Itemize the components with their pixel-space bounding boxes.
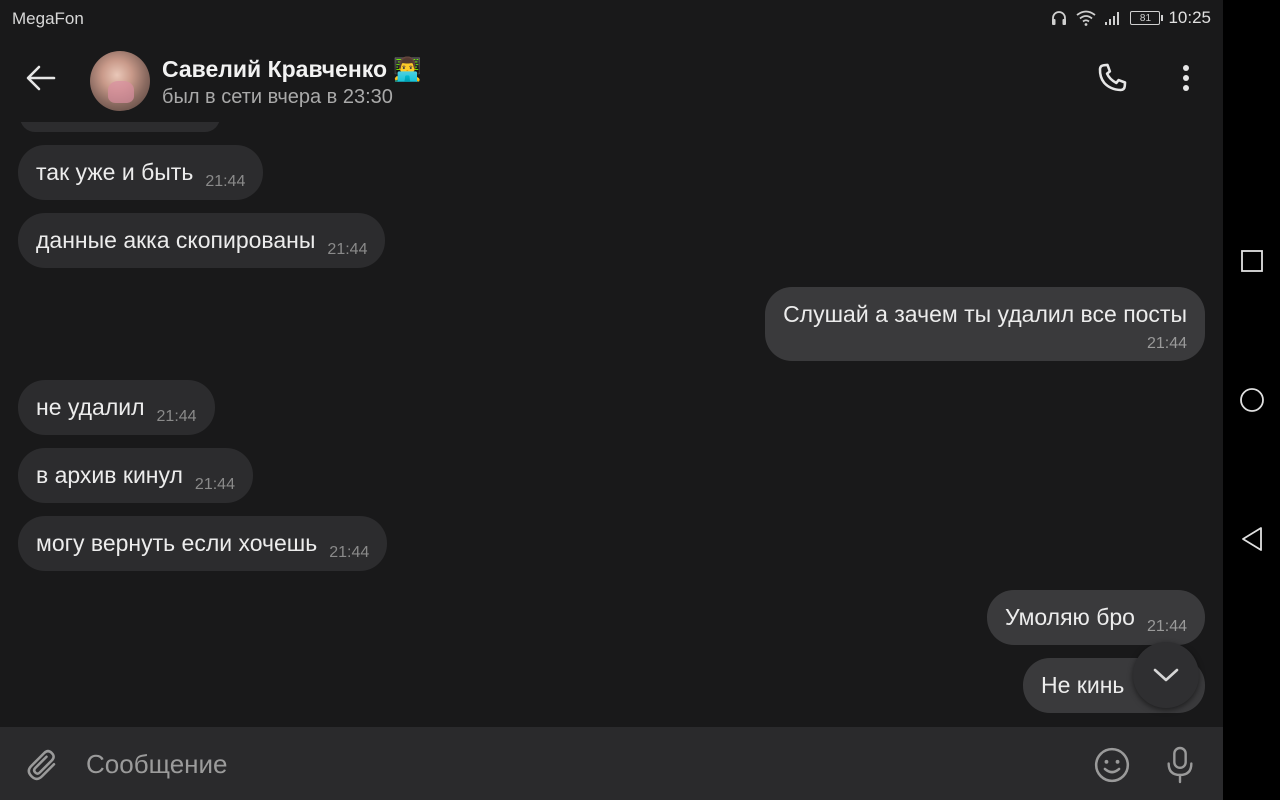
back-button[interactable] [18, 58, 64, 98]
call-button[interactable] [1090, 56, 1134, 100]
signal-icon [1104, 10, 1122, 26]
paperclip-icon [27, 749, 56, 781]
emoji-button[interactable] [1090, 743, 1134, 787]
carrier-name: MegaFon [12, 9, 84, 28]
message-time: 21:44 [329, 544, 370, 561]
message-input[interactable] [86, 745, 1066, 783]
message-time: 21:44 [194, 476, 235, 493]
status-icons: 81 10:25 [1050, 8, 1211, 28]
chevron-down-icon [1153, 668, 1179, 682]
message-time: 21:44 [205, 173, 246, 190]
smile-icon [1094, 747, 1130, 783]
home-button[interactable] [1231, 379, 1273, 421]
chat-screen: MegaFon 81 10:25 Савелий Кравченко 👨‍💻 б… [0, 0, 1223, 800]
attach-button[interactable] [20, 743, 64, 787]
scroll-to-bottom-button[interactable] [1133, 642, 1199, 708]
message-text: не удалил [36, 394, 145, 420]
message-text: в архив кинул [36, 462, 183, 488]
message-text: Умоляю бро [1005, 604, 1135, 630]
message-bubble-outgoing[interactable]: Слушай а зачем ты удалил все посты 21:44 [765, 287, 1205, 361]
message-time: 21:44 [156, 408, 197, 425]
microphone-icon [1167, 746, 1193, 784]
message-text: Не кинь [1041, 672, 1125, 698]
more-vertical-icon [1183, 65, 1189, 91]
message-list[interactable]: так уже и быть 21:44 данные акка скопиров… [0, 122, 1223, 727]
message-text: Слушай а зачем ты удалил все посты [783, 301, 1187, 327]
voice-message-button[interactable] [1158, 741, 1202, 789]
wifi-icon [1076, 10, 1097, 26]
message-time: 21:44 [1146, 335, 1187, 352]
message-text: могу вернуть если хочешь [36, 530, 318, 556]
status-time: 10:25 [1168, 8, 1211, 27]
contact-last-seen: был в сети вчера в 23:30 [162, 86, 393, 108]
message-bubble-outgoing[interactable]: Умоляю бро 21:44 [987, 590, 1205, 645]
message-bubble-incoming[interactable]: в архив кинул 21:44 [18, 448, 253, 503]
contact-name[interactable]: Савелий Кравченко 👨‍💻 [162, 56, 422, 83]
system-back-button[interactable] [1231, 518, 1273, 560]
message-bubble-incoming[interactable]: могу вернуть если хочешь 21:44 [18, 516, 388, 571]
status-bar: MegaFon 81 10:25 [0, 0, 1223, 36]
message-composer [0, 727, 1223, 800]
square-icon [1241, 250, 1263, 272]
system-navigation-bar [1223, 0, 1280, 800]
recent-apps-button[interactable] [1231, 240, 1273, 282]
more-options-button[interactable] [1164, 56, 1208, 100]
avatar[interactable] [90, 51, 150, 111]
message-bubble-incoming[interactable]: не удалил 21:44 [18, 380, 215, 435]
battery-icon: 81 [1130, 11, 1164, 25]
chat-header: Савелий Кравченко 👨‍💻 был в сети вчера в… [0, 36, 1223, 122]
message-time: 21:44 [327, 241, 368, 258]
message-bubble-incoming[interactable]: так уже и быть 21:44 [18, 145, 264, 200]
triangle-back-icon [1242, 527, 1262, 551]
circle-icon [1240, 388, 1264, 412]
message-text: данные акка скопированы [36, 227, 316, 253]
arrow-left-icon [26, 65, 56, 91]
phone-icon [1098, 63, 1127, 92]
message-time: 21:44 [1146, 618, 1187, 635]
headset-icon [1050, 10, 1068, 26]
message-bubble-partial [20, 122, 220, 132]
message-text: так уже и быть [36, 159, 194, 185]
message-bubble-incoming[interactable]: данные акка скопированы 21:44 [18, 213, 386, 268]
